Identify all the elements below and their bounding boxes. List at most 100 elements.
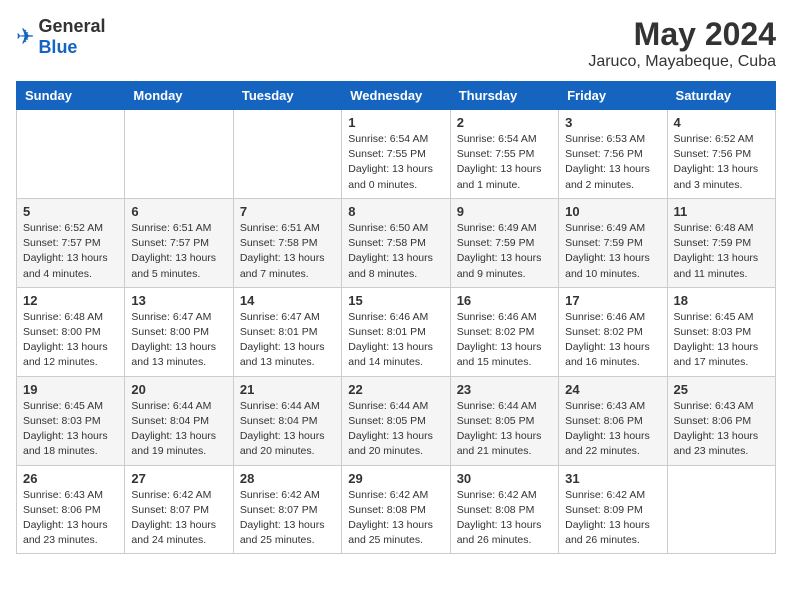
- day-number: 10: [565, 204, 660, 219]
- day-number: 26: [23, 471, 118, 486]
- calendar-cell: 23 Sunrise: 6:44 AMSunset: 8:05 PMDayligh…: [450, 376, 558, 465]
- day-detail: Sunrise: 6:48 AMSunset: 8:00 PMDaylight:…: [23, 310, 118, 371]
- calendar-cell: 9 Sunrise: 6:49 AMSunset: 7:59 PMDaylight…: [450, 198, 558, 287]
- logo-blue: Blue: [38, 37, 77, 57]
- day-detail: Sunrise: 6:44 AMSunset: 8:05 PMDaylight:…: [457, 399, 552, 460]
- day-detail: Sunrise: 6:44 AMSunset: 8:04 PMDaylight:…: [240, 399, 335, 460]
- calendar-cell: [667, 465, 775, 554]
- day-detail: Sunrise: 6:43 AMSunset: 8:06 PMDaylight:…: [565, 399, 660, 460]
- day-number: 17: [565, 293, 660, 308]
- calendar-cell: 17 Sunrise: 6:46 AMSunset: 8:02 PMDayligh…: [559, 287, 667, 376]
- day-detail: Sunrise: 6:54 AMSunset: 7:55 PMDaylight:…: [348, 132, 443, 193]
- day-number: 8: [348, 204, 443, 219]
- day-number: 12: [23, 293, 118, 308]
- day-number: 20: [131, 382, 226, 397]
- day-detail: Sunrise: 6:52 AMSunset: 7:57 PMDaylight:…: [23, 221, 118, 282]
- calendar-cell: 24 Sunrise: 6:43 AMSunset: 8:06 PMDayligh…: [559, 376, 667, 465]
- day-number: 5: [23, 204, 118, 219]
- day-number: 1: [348, 115, 443, 130]
- calendar-cell: 31 Sunrise: 6:42 AMSunset: 8:09 PMDayligh…: [559, 465, 667, 554]
- calendar-week-row: 19 Sunrise: 6:45 AMSunset: 8:03 PMDayligh…: [17, 376, 776, 465]
- month-title: May 2024: [588, 16, 776, 53]
- day-number: 19: [23, 382, 118, 397]
- day-number: 2: [457, 115, 552, 130]
- page-header: ✈ General Blue May 2024 Jaruco, Mayabequ…: [16, 16, 776, 71]
- day-number: 9: [457, 204, 552, 219]
- day-detail: Sunrise: 6:42 AMSunset: 8:08 PMDaylight:…: [457, 488, 552, 549]
- day-detail: Sunrise: 6:51 AMSunset: 7:58 PMDaylight:…: [240, 221, 335, 282]
- calendar-cell: 1 Sunrise: 6:54 AMSunset: 7:55 PMDaylight…: [342, 110, 450, 199]
- day-number: 21: [240, 382, 335, 397]
- calendar-cell: 26 Sunrise: 6:43 AMSunset: 8:06 PMDayligh…: [17, 465, 125, 554]
- day-number: 28: [240, 471, 335, 486]
- day-detail: Sunrise: 6:48 AMSunset: 7:59 PMDaylight:…: [674, 221, 769, 282]
- calendar-cell: 6 Sunrise: 6:51 AMSunset: 7:57 PMDaylight…: [125, 198, 233, 287]
- calendar-cell: 10Sunrise: 6:49 AMSunset: 7:59 PMDayligh…: [559, 198, 667, 287]
- day-number: 18: [674, 293, 769, 308]
- calendar-cell: [233, 110, 341, 199]
- day-detail: Sunrise: 6:44 AMSunset: 8:04 PMDaylight:…: [131, 399, 226, 460]
- calendar-cell: 19 Sunrise: 6:45 AMSunset: 8:03 PMDayligh…: [17, 376, 125, 465]
- weekday-header: Saturday: [667, 82, 775, 110]
- calendar-cell: 7 Sunrise: 6:51 AMSunset: 7:58 PMDaylight…: [233, 198, 341, 287]
- calendar-week-row: 26 Sunrise: 6:43 AMSunset: 8:06 PMDayligh…: [17, 465, 776, 554]
- logo-general: General: [38, 16, 105, 36]
- calendar-week-row: 1 Sunrise: 6:54 AMSunset: 7:55 PMDaylight…: [17, 110, 776, 199]
- day-number: 27: [131, 471, 226, 486]
- day-detail: Sunrise: 6:51 AMSunset: 7:57 PMDaylight:…: [131, 221, 226, 282]
- logo: ✈ General Blue: [16, 16, 105, 58]
- day-number: 22: [348, 382, 443, 397]
- day-detail: Sunrise: 6:46 AMSunset: 8:01 PMDaylight:…: [348, 310, 443, 371]
- weekday-header: Thursday: [450, 82, 558, 110]
- day-number: 24: [565, 382, 660, 397]
- calendar-cell: 3Sunrise: 6:53 AMSunset: 7:56 PMDaylight…: [559, 110, 667, 199]
- day-detail: Sunrise: 6:54 AMSunset: 7:55 PMDaylight:…: [457, 132, 552, 193]
- day-detail: Sunrise: 6:47 AMSunset: 8:00 PMDaylight:…: [131, 310, 226, 371]
- logo-text: General Blue: [38, 16, 105, 58]
- day-detail: Sunrise: 6:43 AMSunset: 8:06 PMDaylight:…: [23, 488, 118, 549]
- calendar-cell: 20 Sunrise: 6:44 AMSunset: 8:04 PMDayligh…: [125, 376, 233, 465]
- calendar-cell: 18 Sunrise: 6:45 AMSunset: 8:03 PMDayligh…: [667, 287, 775, 376]
- calendar-cell: 14 Sunrise: 6:47 AMSunset: 8:01 PMDayligh…: [233, 287, 341, 376]
- day-detail: Sunrise: 6:42 AMSunset: 8:07 PMDaylight:…: [131, 488, 226, 549]
- calendar-cell: [17, 110, 125, 199]
- day-detail: Sunrise: 6:45 AMSunset: 8:03 PMDaylight:…: [674, 310, 769, 371]
- day-detail: Sunrise: 6:47 AMSunset: 8:01 PMDaylight:…: [240, 310, 335, 371]
- day-detail: Sunrise: 6:42 AMSunset: 8:07 PMDaylight:…: [240, 488, 335, 549]
- calendar-cell: 25Sunrise: 6:43 AMSunset: 8:06 PMDayligh…: [667, 376, 775, 465]
- weekday-header-row: SundayMondayTuesdayWednesdayThursdayFrid…: [17, 82, 776, 110]
- calendar-cell: 13 Sunrise: 6:47 AMSunset: 8:00 PMDayligh…: [125, 287, 233, 376]
- weekday-header: Monday: [125, 82, 233, 110]
- calendar-cell: 27 Sunrise: 6:42 AMSunset: 8:07 PMDayligh…: [125, 465, 233, 554]
- day-detail: Sunrise: 6:45 AMSunset: 8:03 PMDaylight:…: [23, 399, 118, 460]
- day-number: 29: [348, 471, 443, 486]
- day-number: 11: [674, 204, 769, 219]
- day-number: 13: [131, 293, 226, 308]
- day-number: 16: [457, 293, 552, 308]
- calendar-cell: [125, 110, 233, 199]
- day-number: 14: [240, 293, 335, 308]
- weekday-header: Wednesday: [342, 82, 450, 110]
- day-detail: Sunrise: 6:52 AMSunset: 7:56 PMDaylight:…: [674, 132, 769, 193]
- day-detail: Sunrise: 6:46 AMSunset: 8:02 PMDaylight:…: [457, 310, 552, 371]
- calendar-table: SundayMondayTuesdayWednesdayThursdayFrid…: [16, 81, 776, 554]
- calendar-cell: 2 Sunrise: 6:54 AMSunset: 7:55 PMDaylight…: [450, 110, 558, 199]
- day-detail: Sunrise: 6:43 AMSunset: 8:06 PMDaylight:…: [674, 399, 769, 460]
- calendar-week-row: 12 Sunrise: 6:48 AMSunset: 8:00 PMDayligh…: [17, 287, 776, 376]
- weekday-header: Friday: [559, 82, 667, 110]
- day-detail: Sunrise: 6:46 AMSunset: 8:02 PMDaylight:…: [565, 310, 660, 371]
- calendar-cell: 22 Sunrise: 6:44 AMSunset: 8:05 PMDayligh…: [342, 376, 450, 465]
- day-detail: Sunrise: 6:50 AMSunset: 7:58 PMDaylight:…: [348, 221, 443, 282]
- title-block: May 2024 Jaruco, Mayabeque, Cuba: [588, 16, 776, 71]
- day-number: 6: [131, 204, 226, 219]
- day-detail: Sunrise: 6:44 AMSunset: 8:05 PMDaylight:…: [348, 399, 443, 460]
- day-detail: Sunrise: 6:49 AMSunset: 7:59 PMDaylight:…: [457, 221, 552, 282]
- day-number: 7: [240, 204, 335, 219]
- day-number: 23: [457, 382, 552, 397]
- day-number: 31: [565, 471, 660, 486]
- logo-bird-icon: ✈: [16, 24, 34, 50]
- weekday-header: Sunday: [17, 82, 125, 110]
- day-detail: Sunrise: 6:42 AMSunset: 8:09 PMDaylight:…: [565, 488, 660, 549]
- location-title: Jaruco, Mayabeque, Cuba: [588, 53, 776, 71]
- calendar-cell: 29Sunrise: 6:42 AMSunset: 8:08 PMDayligh…: [342, 465, 450, 554]
